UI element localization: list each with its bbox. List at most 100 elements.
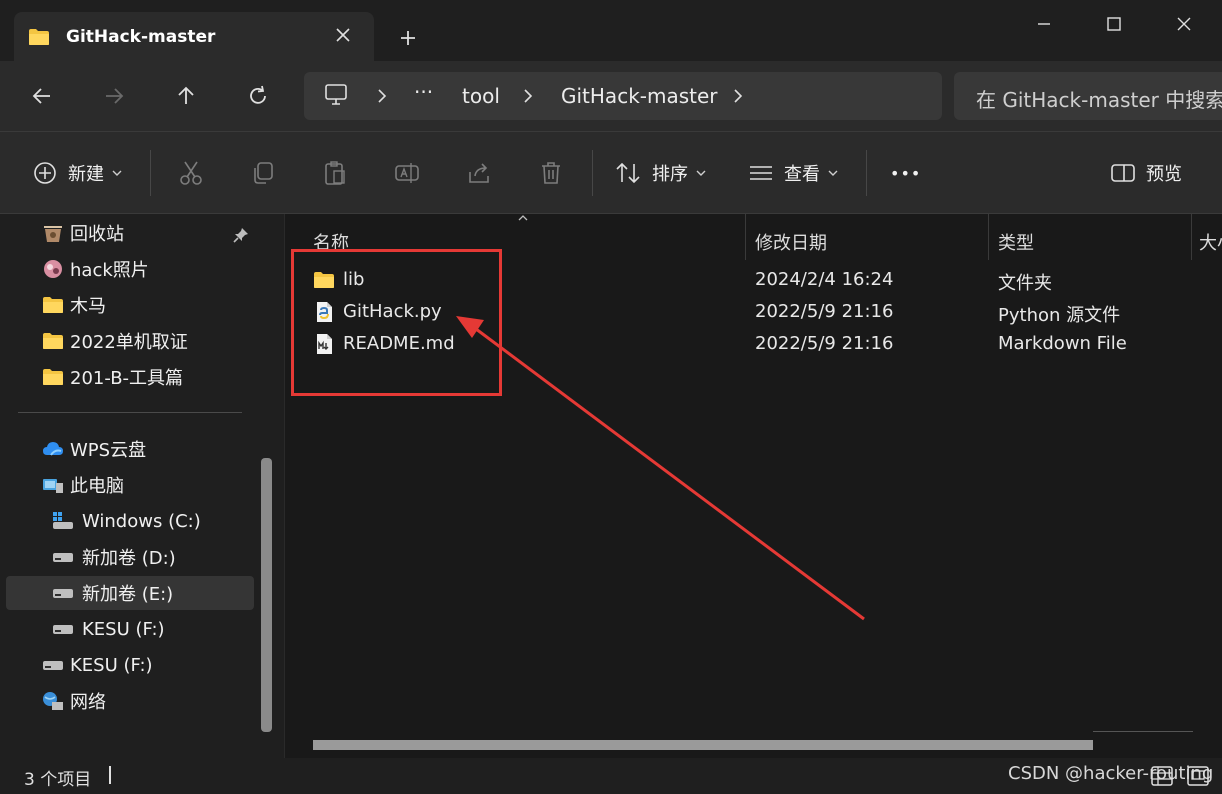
sort-button[interactable]: 排序: [614, 156, 706, 190]
sidebar-divider: [18, 412, 242, 413]
preview-pane-button[interactable]: 预览: [1110, 156, 1182, 190]
sidebar-item-trojan[interactable]: 木马: [0, 288, 254, 322]
clipboard-icon: [325, 161, 345, 185]
folder-icon: [43, 333, 63, 349]
forward-button[interactable]: [98, 80, 130, 112]
sidebar-item-drive-c[interactable]: Windows (C:): [0, 504, 254, 538]
sidebar-scrollbar[interactable]: [261, 458, 272, 732]
chevron-down-icon: [828, 170, 838, 176]
tab-githack-master[interactable]: GitHack-master: [14, 12, 374, 62]
column-header-size[interactable]: 大小: [1199, 224, 1222, 260]
item-count: 3 个项目: [24, 770, 92, 790]
navigation-bar: ··· tool GitHack-master 在 GitHack-master…: [0, 62, 1222, 132]
sidebar-item-2022-forensics[interactable]: 2022单机取证: [0, 324, 254, 358]
breadcrumb-githack-master[interactable]: GitHack-master: [561, 84, 718, 108]
sidebar-item-label: 网络: [70, 692, 106, 713]
arrow-left-icon: [32, 88, 50, 104]
sidebar-item-network[interactable]: 网络: [0, 684, 254, 718]
plus-circle-icon: [34, 162, 56, 184]
refresh-button[interactable]: [242, 80, 274, 112]
column-header-modified[interactable]: 修改日期: [755, 224, 827, 260]
file-modified: 2022/5/9 21:16: [755, 301, 894, 322]
view-button[interactable]: 查看: [748, 156, 838, 190]
maximize-button[interactable]: [1094, 10, 1134, 38]
status-divider: [109, 766, 111, 784]
watermark: CSDN @hacker-routing: [1008, 763, 1214, 784]
plus-icon: [401, 31, 415, 45]
new-button[interactable]: 新建: [32, 156, 122, 190]
sidebar-item-label: 回收站: [70, 224, 124, 245]
sidebar-item-hack-photos[interactable]: hack照片: [0, 252, 254, 286]
view-label: 查看: [784, 164, 820, 185]
cut-button[interactable]: [178, 156, 204, 190]
sort-label: 排序: [652, 164, 688, 185]
column-label: 类型: [998, 233, 1034, 254]
up-button[interactable]: [170, 80, 202, 112]
more-icon: •••: [890, 163, 922, 183]
column-label: 修改日期: [755, 233, 827, 254]
chevron-right-icon: [524, 89, 533, 103]
network-icon: [43, 692, 63, 710]
sidebar-item-wps-cloud[interactable]: WPS云盘: [0, 432, 254, 466]
pin-icon[interactable]: [232, 226, 250, 244]
address-bar[interactable]: ··· tool GitHack-master: [304, 72, 942, 120]
preview-label: 预览: [1146, 164, 1182, 185]
share-icon: [469, 163, 489, 183]
back-button[interactable]: [26, 80, 58, 112]
sidebar-item-drive-f[interactable]: KESU (F:): [0, 612, 254, 646]
column-divider[interactable]: [1191, 214, 1192, 260]
drive-icon: [53, 625, 73, 634]
sidebar-item-drive-d[interactable]: 新加卷 (D:): [0, 540, 254, 574]
highlight-box: [291, 249, 502, 396]
file-modified: 2024/2/4 16:24: [755, 269, 894, 290]
delete-button[interactable]: [538, 156, 564, 190]
close-window-button[interactable]: [1164, 10, 1204, 38]
sidebar-item-kesu-f[interactable]: KESU (F:): [0, 648, 254, 682]
photo-folder-icon: [44, 260, 62, 278]
sidebar-item-this-pc[interactable]: 此电脑: [0, 468, 254, 502]
sidebar-item-drive-e[interactable]: 新加卷 (E:): [6, 576, 254, 610]
sidebar-item-label: 木马: [70, 296, 106, 317]
sidebar-item-label: 201-B-工具篇: [70, 368, 184, 389]
cloud-icon: [43, 442, 63, 456]
folder-icon: [29, 29, 49, 45]
copy-button[interactable]: [250, 156, 276, 190]
toolbar-divider: [150, 150, 151, 196]
trash-icon: [542, 162, 560, 184]
sidebar-item-label: KESU (F:): [82, 618, 165, 640]
drive-icon: [53, 553, 73, 562]
new-tab-button[interactable]: [394, 24, 422, 52]
share-button[interactable]: [466, 156, 492, 190]
sidebar-item-label: KESU (F:): [70, 654, 153, 676]
horizontal-scrollbar[interactable]: [313, 740, 1093, 750]
breadcrumb-tool[interactable]: tool: [462, 84, 500, 108]
refresh-icon: [250, 85, 266, 104]
list-view-icon: [750, 166, 772, 180]
sidebar-item-201-b-tools[interactable]: 201-B-工具篇: [0, 360, 254, 394]
search-placeholder: 在 GitHack-master 中搜索: [976, 88, 1222, 112]
folder-icon: [43, 297, 63, 313]
arrow-up-icon: [178, 86, 194, 104]
details-view-icon[interactable]: [1150, 764, 1174, 788]
maximize-icon: [1107, 17, 1121, 31]
large-icons-view-icon[interactable]: [1186, 764, 1210, 788]
preview-pane-icon: [1111, 164, 1135, 182]
column-header-type[interactable]: 类型: [998, 224, 1034, 260]
search-input[interactable]: 在 GitHack-master 中搜索: [954, 72, 1222, 120]
more-options-button[interactable]: •••: [890, 156, 921, 190]
computer-icon: [325, 84, 347, 105]
rename-button[interactable]: [394, 156, 420, 190]
paste-button[interactable]: [322, 156, 348, 190]
close-tab-icon[interactable]: [332, 24, 354, 46]
sidebar-item-recycle-bin[interactable]: 回收站: [0, 216, 254, 250]
sidebar-item-label: 2022单机取证: [70, 332, 188, 353]
column-divider[interactable]: [988, 214, 989, 260]
minimize-button[interactable]: [1024, 10, 1064, 38]
breadcrumb-overflow[interactable]: ···: [414, 80, 433, 104]
drive-icon: [53, 589, 73, 598]
rename-icon: [395, 163, 419, 183]
chevron-right-icon: [734, 89, 743, 103]
tab-title: GitHack-master: [66, 27, 216, 47]
column-divider[interactable]: [745, 214, 746, 260]
toolbar-divider: [592, 150, 593, 196]
